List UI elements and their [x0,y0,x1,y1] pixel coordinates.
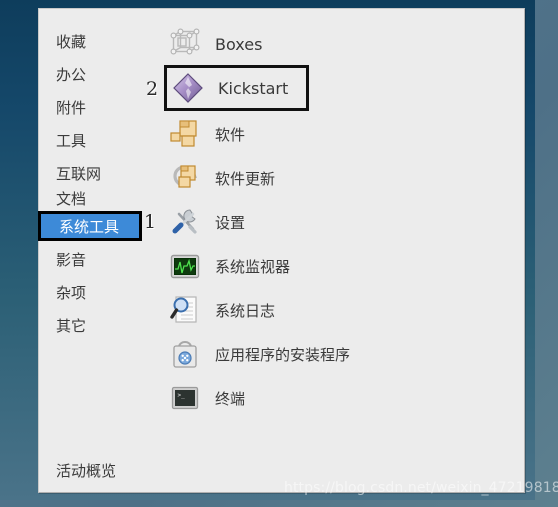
app-item-label: 系统日志 [215,301,276,320]
sidebar-item-label: 工具 [56,131,87,150]
desktop-background: 收藏 办公 附件 工具 互联网 文档 系统工具 影音 杂项 其它 活动概览 Bo… [0,0,558,507]
app-item-label: Boxes [215,34,263,54]
annotation-marker-2: 2 [146,78,159,100]
app-item-label: 软件更新 [215,169,276,188]
app-installer-bag-icon [168,337,202,371]
app-item-terminal[interactable]: >_ 终端 [164,376,314,420]
sidebar-item-label: 杂项 [56,283,87,302]
system-monitor-icon [168,249,202,283]
app-item-label: Kickstart [218,78,289,98]
sidebar-item-label: 其它 [56,316,87,335]
sidebar-item-label: 文档 [56,189,87,208]
sidebar-item-label: 收藏 [56,32,87,51]
sidebar-item-internet[interactable]: 互联网 [38,160,150,186]
app-item-software[interactable]: 软件 [164,112,314,156]
annotation-marker-1: 1 [144,211,157,233]
software-package-icon [168,117,202,151]
sidebar-item-tools[interactable]: 工具 [38,127,150,153]
boxes-wireframe-cube-icon [168,27,202,61]
app-item-label: 设置 [215,213,246,232]
activities-overview-link[interactable]: 活动概览 [56,460,116,481]
terminal-icon: >_ [168,381,202,415]
sidebar-item-documents[interactable]: 文档 [38,185,150,211]
app-item-boxes[interactable]: Boxes [164,22,314,66]
app-item-application-installer[interactable]: 应用程序的安装程序 [164,332,394,376]
system-log-icon [168,293,202,327]
watermark-text: https://blog.csdn.net/weixin_47219818 [284,480,558,496]
app-item-kickstart[interactable]: Kickstart [164,65,309,111]
kickstart-diamond-icon [171,71,205,105]
sidebar-item-label: 附件 [56,98,87,117]
app-item-system-monitor[interactable]: 系统监视器 [164,244,314,288]
sidebar-item-system-tools[interactable]: 系统工具 [38,211,142,241]
sidebar-item-label: 系统工具 [59,217,120,236]
settings-tools-icon [168,205,202,239]
app-item-label: 系统监视器 [215,257,291,276]
sidebar-item-multimedia[interactable]: 影音 [38,246,150,272]
sidebar-item-misc[interactable]: 杂项 [38,279,150,305]
app-item-system-log[interactable]: 系统日志 [164,288,314,332]
svg-text:>_: >_ [178,392,186,399]
sidebar-item-other[interactable]: 其它 [38,312,150,338]
sidebar-item-favorites[interactable]: 收藏 [38,28,150,54]
sidebar-item-label: 影音 [56,250,87,269]
sidebar-item-label: 办公 [56,65,87,84]
software-update-icon [168,161,202,195]
app-item-settings[interactable]: 设置 [164,200,314,244]
app-item-label: 应用程序的安装程序 [215,345,351,364]
app-item-label: 终端 [215,389,246,408]
sidebar-item-office[interactable]: 办公 [38,61,150,87]
app-item-label: 软件 [215,125,246,144]
sidebar-item-label: 互联网 [56,164,102,183]
category-sidebar: 收藏 办公 附件 工具 互联网 文档 系统工具 影音 杂项 其它 活动概览 [38,8,150,493]
application-list: Boxes Kickstart 软件 软件更新 设置 系统监视器 系统日志 应用… [160,8,525,493]
app-item-software-update[interactable]: 软件更新 [164,156,314,200]
sidebar-item-accessories[interactable]: 附件 [38,94,150,120]
